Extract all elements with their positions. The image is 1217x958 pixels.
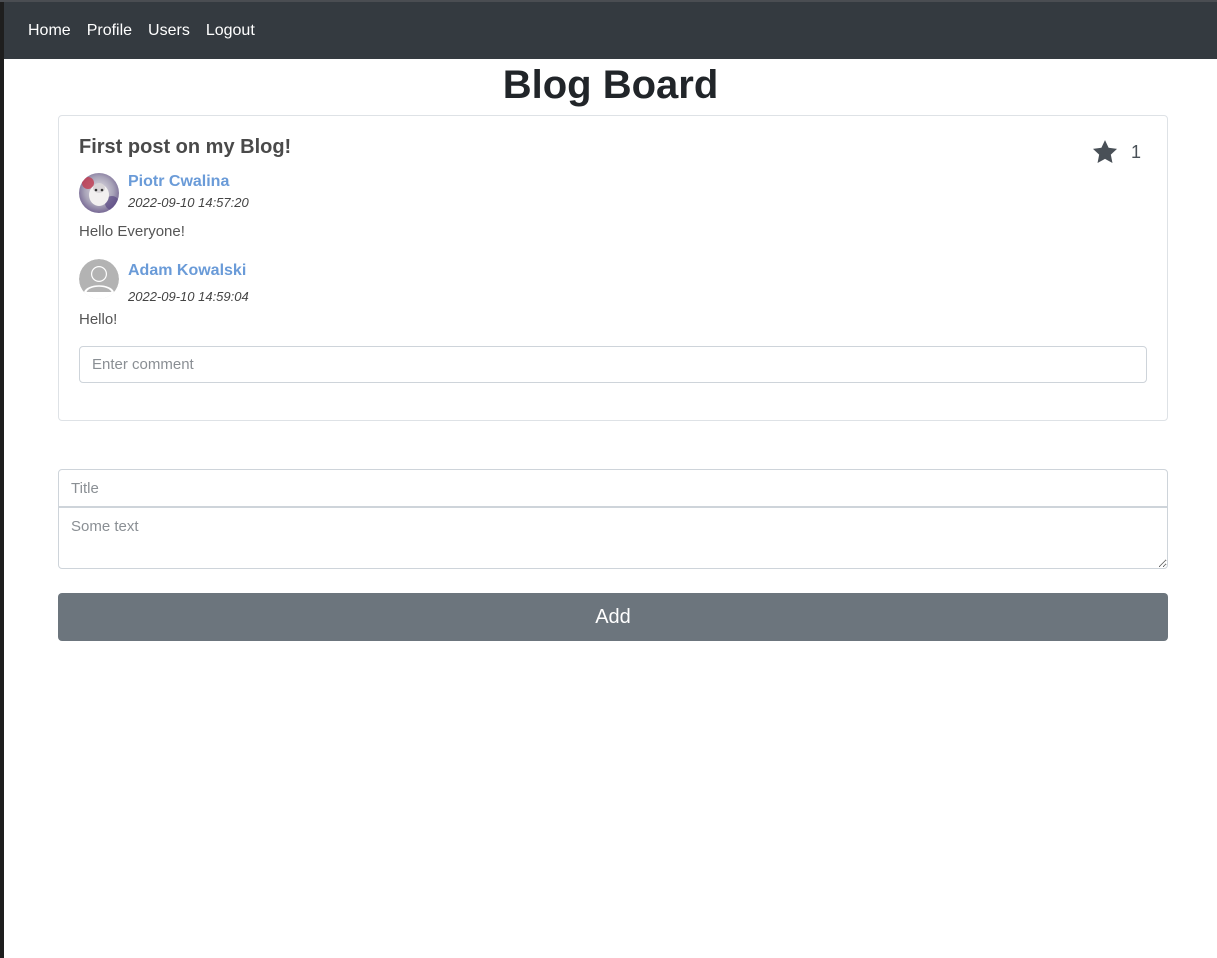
post-card: First post on my Blog! 1 Piotr Cwalina 2… xyxy=(58,115,1168,421)
star-icon[interactable] xyxy=(1091,138,1119,166)
new-post-text-area[interactable] xyxy=(58,507,1168,569)
nav-profile-link[interactable]: Profile xyxy=(87,22,132,40)
page-title: Blog Board xyxy=(502,63,719,107)
comment-author-avatar xyxy=(79,259,119,299)
post-timestamp: 2022-09-10 14:57:20 xyxy=(128,195,249,210)
star-count: 1 xyxy=(1131,141,1142,162)
post-author-name[interactable]: Piotr Cwalina xyxy=(128,173,229,191)
comment-author-name[interactable]: Adam Kowalski xyxy=(128,262,246,280)
comment-input[interactable] xyxy=(79,346,1147,383)
default-user-icon xyxy=(79,259,119,299)
nav-home-link[interactable]: Home xyxy=(28,22,71,40)
star-rating[interactable]: 1 xyxy=(1091,138,1141,166)
comment-body-text: Hello! xyxy=(79,311,118,328)
top-navbar: Home Profile Users Logout xyxy=(4,2,1217,59)
new-post-title-input[interactable] xyxy=(58,469,1168,507)
nav-users-link[interactable]: Users xyxy=(148,22,190,40)
left-window-edge xyxy=(0,0,4,958)
author-avatar xyxy=(79,173,119,213)
add-post-button[interactable]: Add xyxy=(58,593,1168,641)
nav-logout-link[interactable]: Logout xyxy=(206,22,255,40)
post-body-text: Hello Everyone! xyxy=(79,223,185,240)
comment-timestamp: 2022-09-10 14:59:04 xyxy=(128,289,249,304)
post-title: First post on my Blog! xyxy=(79,136,292,158)
